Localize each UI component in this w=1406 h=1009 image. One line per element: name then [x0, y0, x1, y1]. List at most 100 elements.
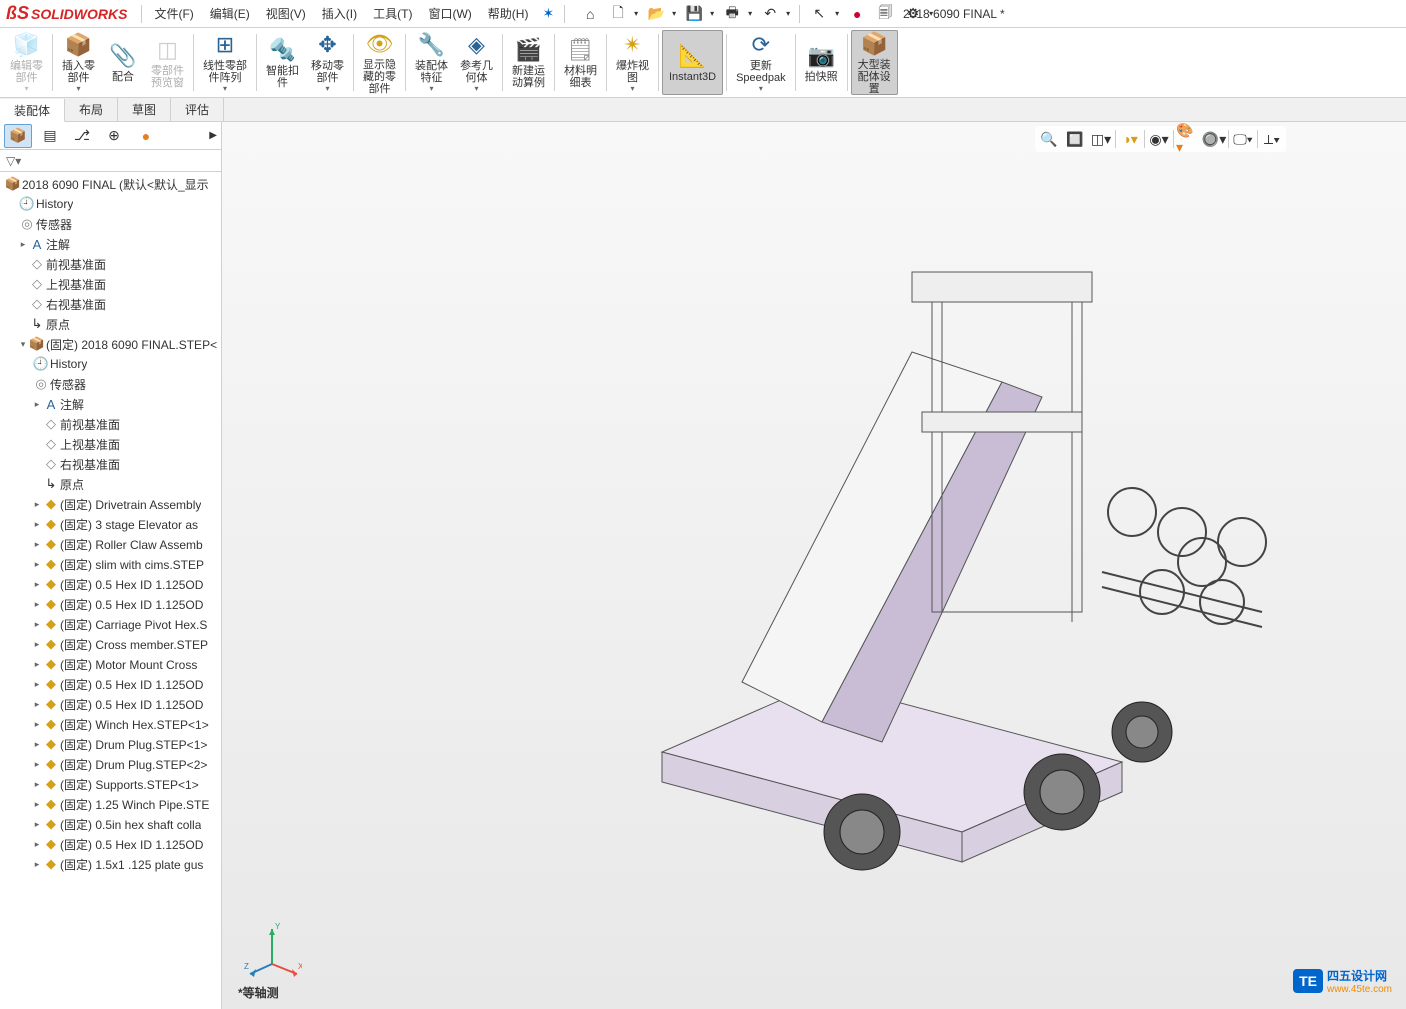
expand-icon[interactable]: ▸ [32, 539, 42, 550]
tree-part[interactable]: ▸◆(固定) 0.5 Hex ID 1.125OD [0, 574, 221, 594]
tree-history[interactable]: 🕘History [0, 354, 221, 374]
expand-icon[interactable]: ▸ [32, 639, 42, 650]
tab-assembly[interactable]: 装配体 [0, 99, 65, 122]
tree-root[interactable]: 📦2018 6090 FINAL (默认<默认_显示 [0, 174, 221, 194]
expand-icon[interactable]: ▸ [32, 399, 42, 410]
undo-dropdown[interactable]: ▾ [783, 4, 793, 24]
open-button[interactable]: 📂 [643, 4, 669, 24]
expand-icon[interactable]: ▸ [32, 579, 42, 590]
tab-layout[interactable]: 布局 [65, 98, 118, 121]
mate-button[interactable]: 📎配合 [101, 30, 145, 95]
tree-right-plane[interactable]: ◇右视基准面 [0, 294, 221, 314]
expand-icon[interactable]: ▸ [32, 719, 42, 730]
tree-origin[interactable]: ↳原点 [0, 474, 221, 494]
prev-view-button[interactable]: ◫▾ [1089, 128, 1113, 150]
edit-part-button[interactable]: 🧊编辑零 部件▾ [4, 30, 49, 95]
rebuild-button[interactable]: ● [844, 4, 870, 24]
tree-part[interactable]: ▸◆(固定) Drum Plug.STEP<2> [0, 754, 221, 774]
expand-icon[interactable]: ▸ [32, 779, 42, 790]
expand-icon[interactable]: ▸ [32, 759, 42, 770]
print-button[interactable]: 🖶 [719, 4, 745, 24]
tree-tab-dimxpert[interactable]: ⊕ [100, 124, 128, 148]
new-button[interactable]: 🗋 [605, 4, 631, 24]
tree-part[interactable]: ▸◆(固定) Drum Plug.STEP<1> [0, 734, 221, 754]
tree-sensors[interactable]: ◎传感器 [0, 214, 221, 234]
smart-fastener-button[interactable]: 🔩智能扣 件 [260, 30, 305, 95]
print-dropdown[interactable]: ▾ [745, 4, 755, 24]
update-speedpak-button[interactable]: ⟳更新 Speedpak▾ [730, 30, 792, 95]
instant3d-button[interactable]: 📐Instant3D [662, 30, 723, 95]
save-button[interactable]: 💾 [681, 4, 707, 24]
pin-icon[interactable]: ✶ [542, 5, 554, 22]
tab-evaluate[interactable]: 评估 [171, 98, 224, 121]
snapshot-button[interactable]: 📷拍快照 [799, 30, 844, 95]
select-dropdown[interactable]: ▾ [832, 4, 842, 24]
tree-front-plane[interactable]: ◇前视基准面 [0, 414, 221, 434]
menu-tools[interactable]: 工具(T) [365, 5, 420, 22]
tree-part[interactable]: ▸◆(固定) 0.5in hex shaft colla [0, 814, 221, 834]
tree-tab-feature[interactable]: 📦 [4, 124, 32, 148]
tree-part[interactable]: ▸◆(固定) Drivetrain Assembly [0, 494, 221, 514]
menu-insert[interactable]: 插入(I) [314, 5, 365, 22]
menu-view[interactable]: 视图(V) [258, 5, 314, 22]
expand-icon[interactable]: ▸ [32, 859, 42, 870]
expand-icon[interactable]: ▸ [32, 839, 42, 850]
tree-tab-property[interactable]: ▤ [36, 124, 64, 148]
expand-icon[interactable]: ▸ [32, 519, 42, 530]
zoom-fit-button[interactable]: 🔍 [1037, 128, 1061, 150]
expand-icon[interactable]: ▸ [32, 659, 42, 670]
feature-tree[interactable]: 📦2018 6090 FINAL (默认<默认_显示 🕘History ◎传感器… [0, 172, 221, 1009]
tree-subassembly[interactable]: ▾📦(固定) 2018 6090 FINAL.STEP< [0, 334, 221, 354]
tree-tab-config[interactable]: ⎇ [68, 124, 96, 148]
exploded-view-button[interactable]: ✴爆炸视 图▾ [610, 30, 655, 95]
section-button[interactable]: ◑▾ [1118, 128, 1142, 150]
scene-button[interactable]: 🎨▾ [1176, 128, 1200, 150]
expand-icon[interactable]: ▸ [32, 699, 42, 710]
menu-help[interactable]: 帮助(H) [480, 5, 537, 22]
collapse-icon[interactable]: ▾ [18, 339, 28, 350]
tree-part[interactable]: ▸◆(固定) 1.25 Winch Pipe.STE [0, 794, 221, 814]
display-style-button[interactable]: ◉▾ [1147, 128, 1171, 150]
tree-part[interactable]: ▸◆(固定) Winch Hex.STEP<1> [0, 714, 221, 734]
filter-icon[interactable]: ▽▾ [6, 154, 21, 168]
hide-show-button[interactable]: ⟂▾ [1260, 128, 1284, 150]
home-button[interactable]: ⌂ [577, 4, 603, 24]
tree-part[interactable]: ▸◆(固定) 0.5 Hex ID 1.125OD [0, 674, 221, 694]
tree-part[interactable]: ▸◆(固定) 1.5x1 .125 plate gus [0, 854, 221, 874]
motion-study-button[interactable]: 🎬新建运 动算例 [506, 30, 551, 95]
insert-part-button[interactable]: 📦插入零 部件▾ [56, 30, 101, 95]
menu-edit[interactable]: 编辑(E) [202, 5, 258, 22]
tree-origin[interactable]: ↳原点 [0, 314, 221, 334]
tree-annotations[interactable]: ▸A注解 [0, 234, 221, 254]
tree-part[interactable]: ▸◆(固定) Carriage Pivot Hex.S [0, 614, 221, 634]
show-hidden-button[interactable]: 👁显示隐 藏的零 部件 [357, 30, 402, 95]
tree-top-plane[interactable]: ◇上视基准面 [0, 274, 221, 294]
new-dropdown[interactable]: ▾ [631, 4, 641, 24]
tree-part[interactable]: ▸◆(固定) 0.5 Hex ID 1.125OD [0, 594, 221, 614]
expand-icon[interactable]: ▸ [32, 819, 42, 830]
expand-icon[interactable]: ▸ [32, 499, 42, 510]
tree-top-plane[interactable]: ◇上视基准面 [0, 434, 221, 454]
expand-icon[interactable]: ▸ [32, 559, 42, 570]
tree-sensors[interactable]: ◎传感器 [0, 374, 221, 394]
tree-part[interactable]: ▸◆(固定) Motor Mount Cross [0, 654, 221, 674]
tree-right-plane[interactable]: ◇右视基准面 [0, 454, 221, 474]
tab-sketch[interactable]: 草图 [118, 98, 171, 121]
menu-window[interactable]: 窗口(W) [420, 5, 479, 22]
expand-icon[interactable]: ▸ [32, 599, 42, 610]
tree-part[interactable]: ▸◆(固定) Cross member.STEP [0, 634, 221, 654]
tree-annotations[interactable]: ▸A注解 [0, 394, 221, 414]
expand-icon[interactable]: ▸ [32, 739, 42, 750]
move-part-button[interactable]: ✥移动零 部件▾ [305, 30, 350, 95]
bom-button[interactable]: 🗒材料明 细表 [558, 30, 603, 95]
undo-button[interactable]: ↶ [757, 4, 783, 24]
menu-file[interactable]: 文件(F) [146, 5, 201, 22]
save-dropdown[interactable]: ▾ [707, 4, 717, 24]
linear-pattern-button[interactable]: ⊞线性零部 件阵列▾ [197, 30, 253, 95]
tree-part[interactable]: ▸◆(固定) 0.5 Hex ID 1.125OD [0, 834, 221, 854]
tree-part[interactable]: ▸◆(固定) slim with cims.STEP [0, 554, 221, 574]
tree-front-plane[interactable]: ◇前视基准面 [0, 254, 221, 274]
expand-icon[interactable]: ▸ [18, 239, 28, 250]
expand-icon[interactable]: ▸ [32, 679, 42, 690]
appearance-button[interactable]: 🔘▾ [1202, 128, 1226, 150]
